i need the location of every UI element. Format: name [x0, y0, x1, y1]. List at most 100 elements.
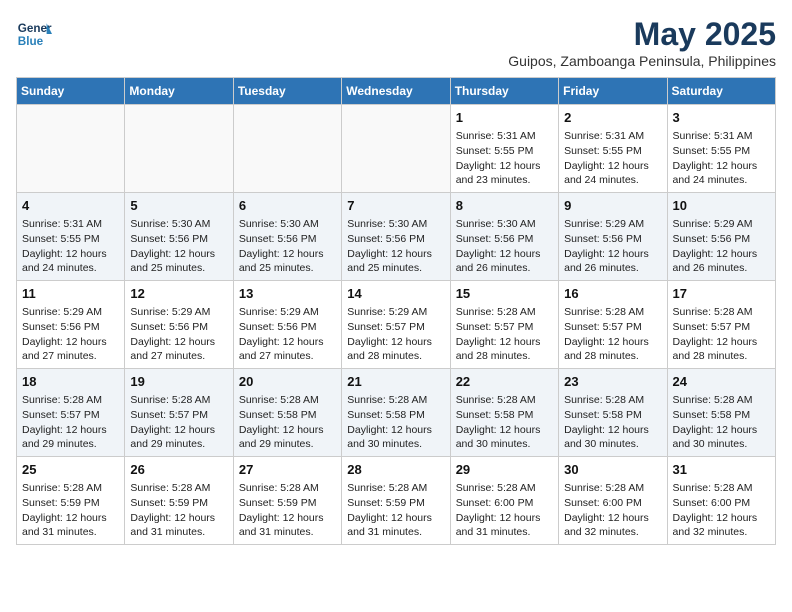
calendar-cell: 17 Sunrise: 5:28 AM Sunset: 5:57 PM Dayli… [667, 281, 775, 369]
day-number: 2 [564, 109, 661, 127]
page-header: General Blue May 2025 Guipos, Zamboanga … [16, 16, 776, 69]
month-title: May 2025 [508, 16, 776, 53]
calendar-cell: 11 Sunrise: 5:29 AM Sunset: 5:56 PM Dayli… [17, 281, 125, 369]
day-info: Sunrise: 5:28 AM Sunset: 6:00 PM Dayligh… [673, 481, 770, 540]
day-number: 28 [347, 461, 444, 479]
day-info: Sunrise: 5:31 AM Sunset: 5:55 PM Dayligh… [673, 129, 770, 188]
day-number: 16 [564, 285, 661, 303]
calendar-cell: 22 Sunrise: 5:28 AM Sunset: 5:58 PM Dayli… [450, 369, 558, 457]
location-subtitle: Guipos, Zamboanga Peninsula, Philippines [508, 53, 776, 69]
day-number: 12 [130, 285, 227, 303]
day-info: Sunrise: 5:28 AM Sunset: 5:58 PM Dayligh… [347, 393, 444, 452]
calendar-cell: 21 Sunrise: 5:28 AM Sunset: 5:58 PM Dayli… [342, 369, 450, 457]
day-number: 24 [673, 373, 770, 391]
day-info: Sunrise: 5:28 AM Sunset: 5:58 PM Dayligh… [239, 393, 336, 452]
day-info: Sunrise: 5:28 AM Sunset: 5:58 PM Dayligh… [456, 393, 553, 452]
day-info: Sunrise: 5:29 AM Sunset: 5:56 PM Dayligh… [564, 217, 661, 276]
day-info: Sunrise: 5:29 AM Sunset: 5:56 PM Dayligh… [239, 305, 336, 364]
calendar-cell: 28 Sunrise: 5:28 AM Sunset: 5:59 PM Dayli… [342, 457, 450, 545]
calendar-cell: 3 Sunrise: 5:31 AM Sunset: 5:55 PM Daylig… [667, 105, 775, 193]
calendar-cell: 31 Sunrise: 5:28 AM Sunset: 6:00 PM Dayli… [667, 457, 775, 545]
calendar-cell: 13 Sunrise: 5:29 AM Sunset: 5:56 PM Dayli… [233, 281, 341, 369]
day-number: 10 [673, 197, 770, 215]
calendar-cell [125, 105, 233, 193]
day-info: Sunrise: 5:28 AM Sunset: 5:59 PM Dayligh… [239, 481, 336, 540]
calendar-cell [233, 105, 341, 193]
day-info: Sunrise: 5:30 AM Sunset: 5:56 PM Dayligh… [239, 217, 336, 276]
day-info: Sunrise: 5:30 AM Sunset: 5:56 PM Dayligh… [347, 217, 444, 276]
calendar-cell [17, 105, 125, 193]
day-number: 27 [239, 461, 336, 479]
calendar-cell: 27 Sunrise: 5:28 AM Sunset: 5:59 PM Dayli… [233, 457, 341, 545]
header-day-monday: Monday [125, 78, 233, 105]
day-number: 31 [673, 461, 770, 479]
day-number: 11 [22, 285, 119, 303]
day-number: 14 [347, 285, 444, 303]
calendar-cell: 23Sunrise: 5:28 AM Sunset: 5:58 PM Dayli… [559, 369, 667, 457]
calendar-week-row: 18Sunrise: 5:28 AM Sunset: 5:57 PM Dayli… [17, 369, 776, 457]
header-day-sunday: Sunday [17, 78, 125, 105]
day-number: 3 [673, 109, 770, 127]
title-block: May 2025 Guipos, Zamboanga Peninsula, Ph… [508, 16, 776, 69]
calendar-cell: 1 Sunrise: 5:31 AM Sunset: 5:55 PM Daylig… [450, 105, 558, 193]
day-number: 26 [130, 461, 227, 479]
day-info: Sunrise: 5:28 AM Sunset: 5:57 PM Dayligh… [564, 305, 661, 364]
day-number: 17 [673, 285, 770, 303]
day-number: 5 [130, 197, 227, 215]
calendar-cell: 5 Sunrise: 5:30 AM Sunset: 5:56 PM Daylig… [125, 193, 233, 281]
calendar-cell: 14Sunrise: 5:29 AM Sunset: 5:57 PM Dayli… [342, 281, 450, 369]
day-number: 29 [456, 461, 553, 479]
header-day-saturday: Saturday [667, 78, 775, 105]
header-day-wednesday: Wednesday [342, 78, 450, 105]
calendar-week-row: 1 Sunrise: 5:31 AM Sunset: 5:55 PM Daylig… [17, 105, 776, 193]
calendar-cell: 4 Sunrise: 5:31 AM Sunset: 5:55 PM Daylig… [17, 193, 125, 281]
day-info: Sunrise: 5:28 AM Sunset: 5:57 PM Dayligh… [22, 393, 119, 452]
calendar-cell: 30Sunrise: 5:28 AM Sunset: 6:00 PM Dayli… [559, 457, 667, 545]
day-info: Sunrise: 5:28 AM Sunset: 5:59 PM Dayligh… [347, 481, 444, 540]
calendar-cell: 25 Sunrise: 5:28 AM Sunset: 5:59 PM Dayli… [17, 457, 125, 545]
day-number: 9 [564, 197, 661, 215]
day-info: Sunrise: 5:28 AM Sunset: 5:57 PM Dayligh… [456, 305, 553, 364]
day-info: Sunrise: 5:29 AM Sunset: 5:56 PM Dayligh… [673, 217, 770, 276]
logo-icon: General Blue [16, 16, 52, 52]
calendar-cell: 12Sunrise: 5:29 AM Sunset: 5:56 PM Dayli… [125, 281, 233, 369]
day-number: 1 [456, 109, 553, 127]
day-info: Sunrise: 5:31 AM Sunset: 5:55 PM Dayligh… [456, 129, 553, 188]
logo: General Blue [16, 16, 52, 52]
header-day-tuesday: Tuesday [233, 78, 341, 105]
calendar-header-row: SundayMondayTuesdayWednesdayThursdayFrid… [17, 78, 776, 105]
day-number: 20 [239, 373, 336, 391]
day-info: Sunrise: 5:30 AM Sunset: 5:56 PM Dayligh… [130, 217, 227, 276]
day-info: Sunrise: 5:28 AM Sunset: 5:59 PM Dayligh… [130, 481, 227, 540]
calendar-cell: 7Sunrise: 5:30 AM Sunset: 5:56 PM Daylig… [342, 193, 450, 281]
day-info: Sunrise: 5:31 AM Sunset: 5:55 PM Dayligh… [22, 217, 119, 276]
day-info: Sunrise: 5:28 AM Sunset: 5:59 PM Dayligh… [22, 481, 119, 540]
calendar-week-row: 4 Sunrise: 5:31 AM Sunset: 5:55 PM Daylig… [17, 193, 776, 281]
day-number: 21 [347, 373, 444, 391]
calendar-cell: 9 Sunrise: 5:29 AM Sunset: 5:56 PM Daylig… [559, 193, 667, 281]
day-number: 13 [239, 285, 336, 303]
calendar-cell: 8Sunrise: 5:30 AM Sunset: 5:56 PM Daylig… [450, 193, 558, 281]
day-number: 4 [22, 197, 119, 215]
calendar-cell: 16 Sunrise: 5:28 AM Sunset: 5:57 PM Dayli… [559, 281, 667, 369]
calendar-cell: 10 Sunrise: 5:29 AM Sunset: 5:56 PM Dayli… [667, 193, 775, 281]
calendar-cell: 24 Sunrise: 5:28 AM Sunset: 5:58 PM Dayli… [667, 369, 775, 457]
day-info: Sunrise: 5:29 AM Sunset: 5:56 PM Dayligh… [22, 305, 119, 364]
calendar-cell: 2Sunrise: 5:31 AM Sunset: 5:55 PM Daylig… [559, 105, 667, 193]
calendar-cell [342, 105, 450, 193]
day-info: Sunrise: 5:28 AM Sunset: 5:58 PM Dayligh… [673, 393, 770, 452]
svg-text:Blue: Blue [18, 35, 44, 48]
day-info: Sunrise: 5:28 AM Sunset: 5:57 PM Dayligh… [673, 305, 770, 364]
day-number: 6 [239, 197, 336, 215]
calendar-week-row: 25 Sunrise: 5:28 AM Sunset: 5:59 PM Dayli… [17, 457, 776, 545]
day-info: Sunrise: 5:28 AM Sunset: 5:58 PM Dayligh… [564, 393, 661, 452]
day-info: Sunrise: 5:28 AM Sunset: 6:00 PM Dayligh… [456, 481, 553, 540]
day-number: 19 [130, 373, 227, 391]
calendar-body: 1 Sunrise: 5:31 AM Sunset: 5:55 PM Daylig… [17, 105, 776, 545]
day-number: 25 [22, 461, 119, 479]
header-day-friday: Friday [559, 78, 667, 105]
calendar-cell: 6 Sunrise: 5:30 AM Sunset: 5:56 PM Daylig… [233, 193, 341, 281]
calendar-cell: 29 Sunrise: 5:28 AM Sunset: 6:00 PM Dayli… [450, 457, 558, 545]
day-info: Sunrise: 5:30 AM Sunset: 5:56 PM Dayligh… [456, 217, 553, 276]
day-number: 22 [456, 373, 553, 391]
